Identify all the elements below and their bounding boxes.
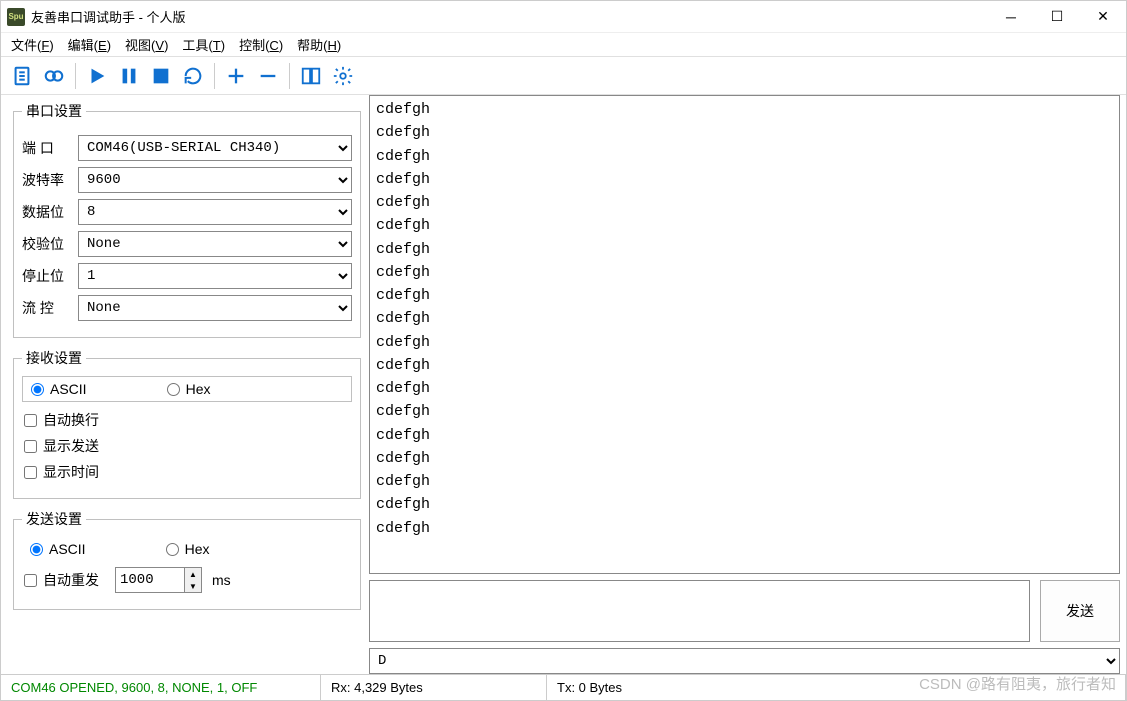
menu-tools[interactable]: 工具(T): [176, 33, 231, 56]
document-icon[interactable]: [7, 61, 37, 91]
menu-help[interactable]: 帮助(H): [291, 33, 347, 56]
send-legend: 发送设置: [22, 509, 86, 529]
status-rx: Rx: 4,329 Bytes: [321, 675, 547, 700]
baud-select[interactable]: 9600: [78, 167, 352, 193]
status-port: COM46 OPENED, 9600, 8, NONE, 1, OFF: [1, 675, 321, 700]
send-hex-radio[interactable]: Hex: [166, 541, 210, 557]
maximize-button[interactable]: ☐: [1034, 1, 1080, 33]
baud-label: 波特率: [22, 170, 78, 190]
menubar: 文件(F) 编辑(E) 视图(V) 工具(T) 控制(C) 帮助(H): [1, 33, 1126, 57]
databits-label: 数据位: [22, 202, 78, 222]
window-title: 友善串口调试助手 - 个人版: [31, 7, 186, 26]
toolbar: [1, 57, 1126, 95]
stopbits-select[interactable]: 1: [78, 263, 352, 289]
close-button[interactable]: ✕: [1080, 1, 1126, 33]
send-ascii-radio[interactable]: ASCII: [30, 541, 86, 557]
flow-label: 流 控: [22, 298, 78, 318]
pause-icon[interactable]: [114, 61, 144, 91]
menu-edit[interactable]: 编辑(E): [62, 33, 117, 56]
menu-file[interactable]: 文件(F): [5, 33, 60, 56]
ms-label: ms: [212, 572, 231, 588]
record-icon[interactable]: [39, 61, 69, 91]
show-time-check[interactable]: 显示时间: [24, 462, 99, 482]
send-input[interactable]: [369, 580, 1030, 642]
plus-icon[interactable]: [221, 61, 251, 91]
menu-view[interactable]: 视图(V): [119, 33, 174, 56]
auto-wrap-check[interactable]: 自动换行: [24, 410, 99, 430]
spin-up[interactable]: ▲: [185, 568, 201, 580]
serial-settings: 串口设置 端 口 COM46(USB-SERIAL CH340) 波特率 960…: [13, 101, 361, 338]
recv-legend: 接收设置: [22, 348, 86, 368]
statusbar: COM46 OPENED, 9600, 8, NONE, 1, OFF Rx: …: [1, 674, 1126, 700]
minimize-button[interactable]: ─: [988, 1, 1034, 33]
titlebar: Spu 友善串口调试助手 - 个人版 ─ ☐ ✕: [1, 1, 1126, 33]
right-pane: cdefgh cdefgh cdefgh cdefgh cdefgh cdefg…: [369, 95, 1126, 674]
show-send-check[interactable]: 显示发送: [24, 436, 99, 456]
menu-control[interactable]: 控制(C): [233, 33, 289, 56]
resend-interval-input[interactable]: [115, 567, 185, 593]
minus-icon[interactable]: [253, 61, 283, 91]
receive-textarea[interactable]: cdefgh cdefgh cdefgh cdefgh cdefgh cdefg…: [369, 95, 1120, 574]
stopbits-label: 停止位: [22, 266, 78, 286]
parity-label: 校验位: [22, 234, 78, 254]
gear-icon[interactable]: [328, 61, 358, 91]
spin-down[interactable]: ▼: [185, 580, 201, 592]
send-history-combo[interactable]: D: [369, 648, 1120, 674]
auto-resend-check[interactable]: 自动重发: [24, 570, 99, 590]
refresh-icon[interactable]: [178, 61, 208, 91]
recv-hex-radio[interactable]: Hex: [167, 381, 211, 397]
port-label: 端 口: [22, 138, 78, 158]
parity-select[interactable]: None: [78, 231, 352, 257]
app-icon: Spu: [7, 8, 25, 26]
panels-icon[interactable]: [296, 61, 326, 91]
serial-legend: 串口设置: [22, 101, 86, 121]
databits-select[interactable]: 8: [78, 199, 352, 225]
left-pane: 串口设置 端 口 COM46(USB-SERIAL CH340) 波特率 960…: [1, 95, 369, 674]
recv-ascii-radio[interactable]: ASCII: [31, 381, 87, 397]
flow-select[interactable]: None: [78, 295, 352, 321]
send-button[interactable]: 发送: [1040, 580, 1120, 642]
send-settings: 发送设置 ASCII Hex 自动重发 ▲▼ ms: [13, 509, 361, 610]
play-icon[interactable]: [82, 61, 112, 91]
status-tx: Tx: 0 Bytes: [547, 675, 1126, 700]
stop-icon[interactable]: [146, 61, 176, 91]
recv-settings: 接收设置 ASCII Hex 自动换行 显示发送 显示时间: [13, 348, 361, 499]
port-select[interactable]: COM46(USB-SERIAL CH340): [78, 135, 352, 161]
